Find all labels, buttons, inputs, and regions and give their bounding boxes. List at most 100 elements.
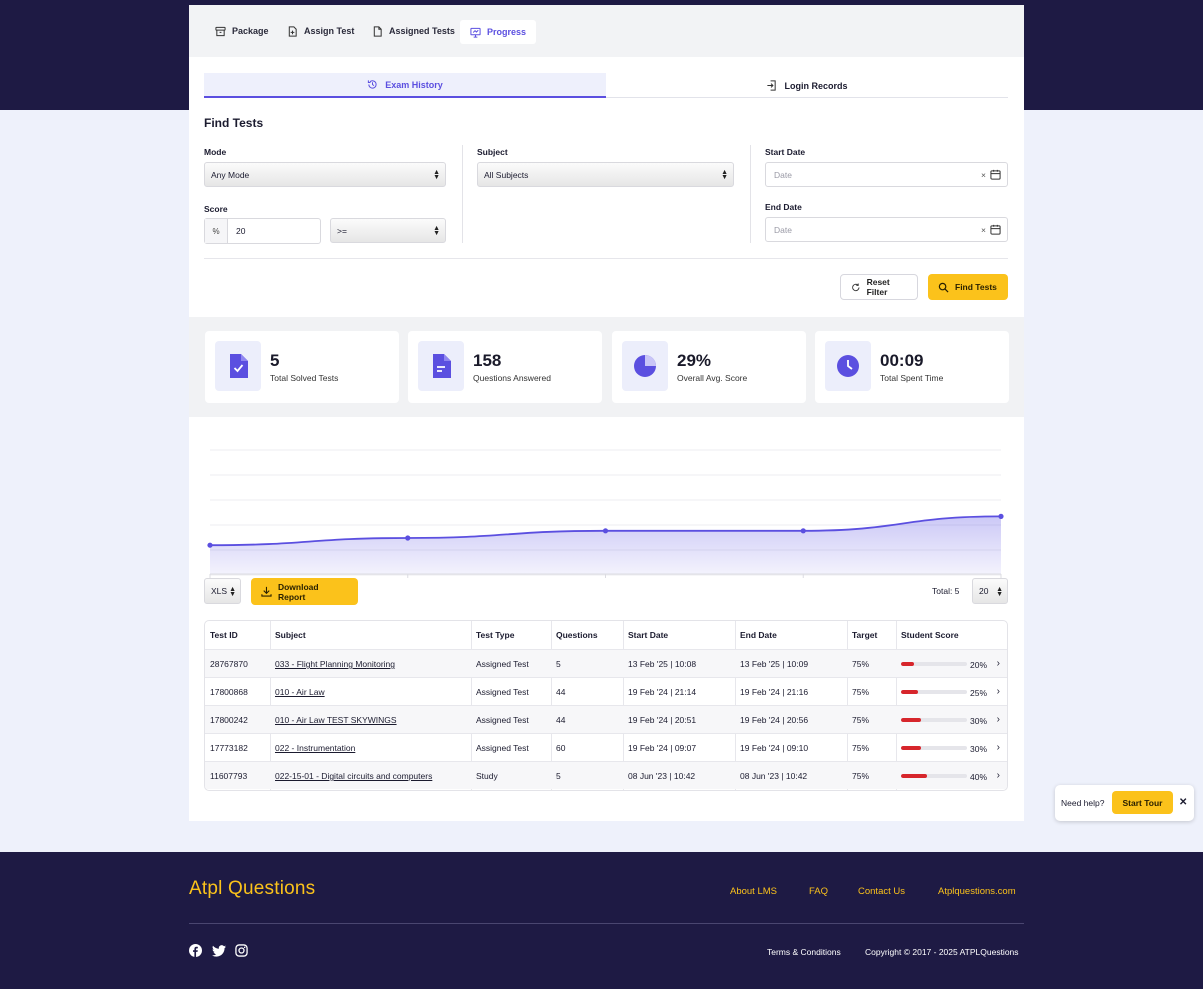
page-size-select[interactable]: 20 ▲ ▼ xyxy=(972,578,1008,604)
reset-filter-label: Reset Filter xyxy=(866,277,890,297)
tab-exam-history[interactable]: Exam History xyxy=(204,73,606,98)
cell-score: 30% › xyxy=(896,706,1007,734)
end-date-label: End Date xyxy=(765,202,802,212)
close-icon[interactable]: ✕ xyxy=(1179,797,1187,808)
tab-assign-test[interactable]: Assign Test xyxy=(277,20,364,42)
cell-text: 44 xyxy=(556,715,566,725)
cell-subject[interactable]: 010 - Air Law xyxy=(270,678,325,706)
chevron-right-icon[interactable]: › xyxy=(997,686,1000,697)
file-icon xyxy=(373,25,382,37)
instagram-icon[interactable] xyxy=(235,944,248,957)
subject-link[interactable]: 033 - Flight Planning Monitoring xyxy=(275,659,395,669)
cell-start: 19 Feb '24 | 21:14 xyxy=(623,678,696,706)
subject-link[interactable]: 022-15-01 - Digital circuits and compute… xyxy=(275,771,432,781)
brand-logo[interactable]: Atpl Questions xyxy=(189,878,315,900)
cell-subject[interactable]: 033 - Flight Planning Monitoring xyxy=(270,650,395,678)
facebook-icon[interactable] xyxy=(189,944,202,957)
chevron-right-icon[interactable]: › xyxy=(997,742,1000,753)
stat-caption: Total Solved Tests xyxy=(270,373,339,383)
clock-icon xyxy=(825,341,871,391)
subject-select[interactable]: All Subjects ▲ ▼ xyxy=(477,162,734,187)
chevron-right-icon[interactable]: › xyxy=(997,770,1000,781)
cell-questions: 44 xyxy=(551,678,565,706)
cell-type: Assigned Test xyxy=(471,678,529,706)
calendar-icon[interactable] xyxy=(990,224,1001,235)
cell-questions: 5 xyxy=(551,650,561,678)
chevron-right-icon[interactable]: › xyxy=(997,658,1000,669)
cell-subject[interactable]: 022-15-01 - Digital circuits and compute… xyxy=(270,762,432,790)
reset-filter-button[interactable]: Reset Filter xyxy=(840,274,918,300)
end-date-input[interactable]: Date × xyxy=(765,217,1008,242)
calendar-icon[interactable] xyxy=(990,169,1001,180)
divider xyxy=(750,145,751,243)
table-row[interactable]: 11607793 022-15-01 - Digital circuits and… xyxy=(205,761,1007,790)
twitter-icon[interactable] xyxy=(212,945,226,957)
chart-point xyxy=(800,528,806,534)
cell-type: Assigned Test xyxy=(471,650,529,678)
package-icon xyxy=(215,26,226,36)
score-input[interactable]: % 20 xyxy=(204,218,321,244)
percent-prefix: % xyxy=(205,219,228,243)
subject-link[interactable]: 010 - Air Law xyxy=(275,687,325,697)
score-progress-bar xyxy=(901,746,967,750)
cell-type: Assigned Test xyxy=(471,706,529,734)
select-arrow-icon: ▲ ▼ xyxy=(721,169,728,181)
footer-link-site[interactable]: Atplquestions.com xyxy=(938,886,1016,897)
clear-icon[interactable]: × xyxy=(981,170,986,180)
terms-link[interactable]: Terms & Conditions xyxy=(767,947,841,957)
score-percent: 25% xyxy=(969,688,987,698)
subject-link[interactable]: 022 - Instrumentation xyxy=(275,743,355,753)
footer-link-faq[interactable]: FAQ xyxy=(809,886,828,897)
mode-select[interactable]: Any Mode ▲ ▼ xyxy=(204,162,446,187)
cell-subject[interactable]: 010 - Air Law TEST SKYWINGS xyxy=(270,706,397,734)
download-report-button[interactable]: Download Report xyxy=(251,578,358,605)
format-select[interactable]: XLS ▲ ▼ xyxy=(204,578,241,604)
tab-progress[interactable]: Progress xyxy=(460,20,537,44)
table-row[interactable]: 17800242 010 - Air Law TEST SKYWINGS Assig… xyxy=(205,705,1007,734)
table-header: Test ID Subject Test Type Questions Star… xyxy=(205,621,1007,649)
select-arrow-icon: ▲ ▼ xyxy=(433,225,440,237)
download-report-label: Download Report xyxy=(277,581,319,602)
col-header: Student Score xyxy=(901,630,959,640)
table-row[interactable]: 17773182 022 - Instrumentation Assigned Te… xyxy=(205,733,1007,762)
cell-text: 19 Feb '24 | 20:56 xyxy=(740,715,809,725)
table-row[interactable]: 17800868 010 - Air Law Assigned Test 44 19 F… xyxy=(205,677,1007,706)
select-arrow-icon: ▲ ▼ xyxy=(229,586,236,598)
tab-label: Package xyxy=(232,26,269,36)
cell-subject[interactable]: 022 - Instrumentation xyxy=(270,734,355,762)
main-card: Package Assign Test Assigned Tests Progr… xyxy=(189,5,1024,821)
start-date-label: Start Date xyxy=(765,147,806,157)
find-tests-button[interactable]: Find Tests xyxy=(928,274,1008,300)
score-progress-bar xyxy=(901,662,967,666)
cell-questions: 44 xyxy=(551,706,565,734)
subject-link[interactable]: 010 - Air Law TEST SKYWINGS xyxy=(275,715,397,725)
chevron-right-icon[interactable]: › xyxy=(997,714,1000,725)
tab-label: Assigned Tests xyxy=(389,26,455,36)
score-operator-select[interactable]: >= ▲ ▼ xyxy=(330,218,446,243)
cell-text: 17800868 xyxy=(210,687,248,697)
score-progress-fill xyxy=(901,718,921,722)
assign-file-icon xyxy=(288,25,297,37)
total-count: Total: 5 xyxy=(932,586,960,596)
clear-icon[interactable]: × xyxy=(981,225,986,235)
subject-label: Subject xyxy=(477,147,508,157)
tab-package[interactable]: Package xyxy=(205,20,279,42)
cell-text: 19 Feb '24 | 09:07 xyxy=(628,743,697,753)
start-tour-button[interactable]: Start Tour xyxy=(1112,791,1173,814)
tab-assigned-tests[interactable]: Assigned Tests xyxy=(362,20,465,42)
col-header: Subject xyxy=(275,630,306,640)
reset-icon xyxy=(852,283,860,291)
cell-questions: 60 xyxy=(551,734,565,762)
tab-login-records[interactable]: Login Records xyxy=(606,73,1008,98)
footer: Atpl Questions About LMS FAQ Contact Us … xyxy=(0,852,1203,989)
footer-link-about[interactable]: About LMS xyxy=(730,886,777,897)
stat-value: 00:09 xyxy=(880,351,924,370)
footer-link-contact[interactable]: Contact Us xyxy=(858,886,905,897)
table-row[interactable]: 28767870 033 - Flight Planning Monitoring… xyxy=(205,649,1007,678)
cell-target: 75% xyxy=(847,650,869,678)
cell-type: Assigned Test xyxy=(471,734,529,762)
start-date-input[interactable]: Date × xyxy=(765,162,1008,187)
score-progress-fill xyxy=(901,746,921,750)
cell-text: 75% xyxy=(852,715,870,725)
cell-text: 17773182 xyxy=(210,743,248,753)
